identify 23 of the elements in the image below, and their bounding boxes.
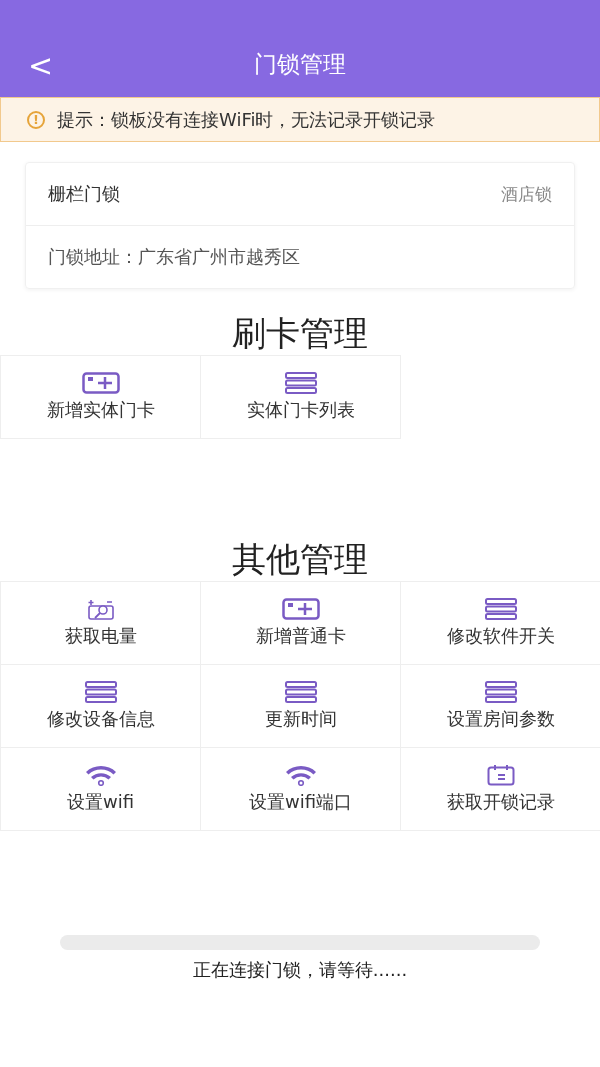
lock-address: 门锁地址：广东省广州市越秀区 (48, 245, 300, 269)
notice-text: 提示：锁板没有连接WiFi时，无法记录开锁记录 (57, 107, 436, 132)
card-add-icon (281, 598, 320, 620)
calendar-icon (486, 764, 515, 786)
status-text: 正在连接门锁，请等待...... (191, 958, 409, 982)
menu-tile[interactable]: 新增实体门卡 (0, 355, 201, 439)
list-icon (484, 598, 517, 620)
page-title: 门锁管理 (254, 50, 346, 79)
menu-tile[interactable]: 实体门卡列表 (200, 355, 401, 439)
lock-type: 酒店锁 (501, 182, 552, 206)
battery-search-icon (86, 598, 115, 620)
menu-tile[interactable]: 获取电量 (0, 581, 201, 665)
warning-icon: ! (27, 110, 45, 129)
card-add-icon (81, 372, 120, 394)
menu-tile[interactable]: 设置wifi (0, 747, 201, 831)
list-icon (284, 372, 317, 394)
section-title: 其他管理 (231, 537, 369, 581)
list-icon (484, 681, 517, 703)
list-icon (284, 681, 317, 703)
section-title: 刷卡管理 (231, 311, 369, 355)
list-icon (84, 681, 117, 703)
back-button[interactable]: < (24, 48, 58, 83)
lock-name: 栅栏门锁 (48, 182, 120, 206)
